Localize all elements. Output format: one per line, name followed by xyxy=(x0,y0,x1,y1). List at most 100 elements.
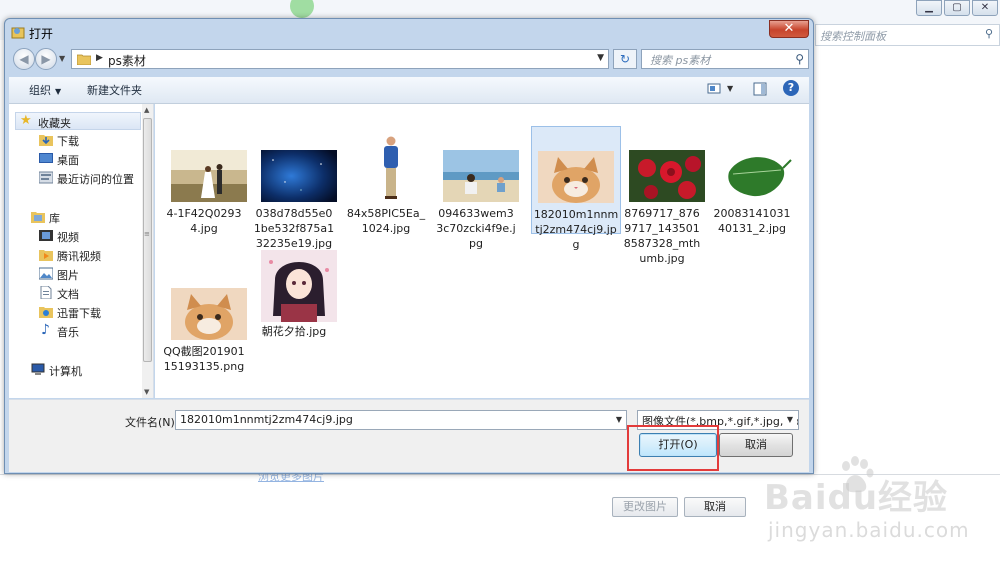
file-name: 20083141031 40131_2.jpg xyxy=(713,207,791,235)
file-name: QQ截图20190115193135.png xyxy=(163,345,245,373)
minimize-icon[interactable]: ▁ xyxy=(916,0,942,16)
navigation-bar: ◀ ▶ ▼ ▶ ps素材 ▼ ↻ 搜索 ps素材 ⚲ xyxy=(9,47,809,73)
wedding-photo-thumbnail xyxy=(171,150,247,202)
close-button[interactable]: ✕ xyxy=(769,20,809,38)
dialog-title: 打开 xyxy=(29,27,54,41)
nav-item-downloads[interactable]: 下载 xyxy=(9,131,141,149)
control-panel-search-placeholder: 搜索控制面板 xyxy=(820,30,886,43)
file-name: 84x58PIC5Ea_1024.jpg xyxy=(346,207,426,235)
dialog-titlebar[interactable]: 打开 ✕ xyxy=(5,19,813,45)
nav-item-label: 文档 xyxy=(57,288,79,301)
beach-photo-thumbnail xyxy=(443,150,519,202)
file-item[interactable]: 朝花夕拾.jpg xyxy=(253,244,337,376)
nav-item-label: 腾讯视频 xyxy=(57,250,101,263)
nav-item-label: 图片 xyxy=(57,269,79,282)
control-panel-search[interactable]: 搜索控制面板 ⚲ xyxy=(815,24,1000,46)
help-icon[interactable]: ? xyxy=(783,80,799,96)
breadcrumb-separator-icon[interactable]: ▶ xyxy=(96,53,103,63)
green-leaf-thumbnail xyxy=(719,150,795,202)
music-icon: ♪ xyxy=(41,322,50,338)
file-name: 8769717_8769717_1435018587328_mthumb.jpg xyxy=(623,207,701,265)
nav-item-label: 迅雷下载 xyxy=(57,307,101,320)
navigation-pane: ★ 收藏夹 下载 桌面 最近访问的位置 库 视频 腾讯视频 图片 文档 迅雷下载… xyxy=(9,104,154,398)
file-item-selected[interactable]: 182010m1nnmtj2zm474cj9.jpg xyxy=(531,126,621,251)
file-item[interactable]: 20083141031 40131_2.jpg xyxy=(711,126,795,258)
change-view-icon[interactable] xyxy=(707,81,721,97)
nav-item-videos[interactable]: 视频 xyxy=(9,227,141,245)
back-button[interactable]: ◀ xyxy=(13,48,35,70)
nav-item-label: 下载 xyxy=(57,135,79,148)
nav-item-label: 计算机 xyxy=(49,365,82,378)
nav-item-computer[interactable]: 计算机 xyxy=(9,361,141,379)
forward-button[interactable]: ▶ xyxy=(35,48,57,70)
scrollbar-grip-icon: ≡ xyxy=(144,230,150,238)
file-item[interactable]: 038d78d55e01be532f875a132235e19.jpg xyxy=(253,126,337,258)
nav-item-documents[interactable]: 文档 xyxy=(9,284,141,302)
file-item[interactable]: 094633wem33c70zcki4f9e.jpg xyxy=(435,126,519,258)
nav-item-recent-places[interactable]: 最近访问的位置 xyxy=(9,169,141,187)
nav-item-desktop[interactable]: 桌面 xyxy=(9,150,141,168)
folder-icon xyxy=(77,54,91,65)
close-icon[interactable]: ✕ xyxy=(972,0,998,16)
xunlei-folder-icon xyxy=(39,307,53,318)
watermark-brand: Baidu经验 xyxy=(764,478,949,518)
cancel-button[interactable]: 取消 xyxy=(719,433,793,457)
document-icon xyxy=(40,286,52,299)
nav-item-label: 音乐 xyxy=(57,326,79,339)
nav-item-libraries[interactable]: 库 xyxy=(9,208,141,226)
organize-label: 组织 xyxy=(29,84,51,97)
anime-girl-thumbnail xyxy=(261,250,337,322)
filename-input[interactable]: 182010m1nnmtj2zm474cj9.jpg ▼ xyxy=(175,410,627,430)
change-picture-button[interactable]: 更改图片 xyxy=(612,497,678,517)
picture-icon xyxy=(39,267,53,280)
background-cancel-button[interactable]: 取消 xyxy=(684,497,746,517)
scroll-up-icon[interactable]: ▲ xyxy=(144,106,149,114)
view-options-dropdown-icon[interactable]: ▼ xyxy=(727,84,733,93)
nav-item-tencent-video[interactable]: 腾讯视频 xyxy=(9,246,141,264)
space-background-thumbnail xyxy=(261,150,337,202)
address-dropdown-icon[interactable]: ▼ xyxy=(597,53,604,63)
desktop-icon xyxy=(39,153,53,163)
nav-item-pictures[interactable]: 图片 xyxy=(9,265,141,283)
app-icon xyxy=(11,27,25,39)
search-icon[interactable]: ⚲ xyxy=(795,52,804,66)
maximize-icon[interactable]: ▢ xyxy=(944,0,970,16)
annotation-highlight-box xyxy=(627,425,719,471)
businessman-photo-thumbnail xyxy=(353,132,429,204)
nav-item-label: 桌面 xyxy=(57,154,79,167)
file-list: 4-1F42Q02934.jpg 038d78d55e01be532f875a1… xyxy=(155,104,809,398)
file-name: 朝花夕拾.jpg xyxy=(261,325,327,338)
nav-item-label: 最近访问的位置 xyxy=(57,173,134,186)
search-icon[interactable]: ⚲ xyxy=(981,27,997,43)
folder-search-input[interactable]: 搜索 ps素材 ⚲ xyxy=(641,49,809,69)
file-item[interactable]: 8769717_8769717_1435018587328_mthumb.jpg xyxy=(621,126,705,265)
history-dropdown-icon[interactable]: ▼ xyxy=(59,54,65,63)
nav-item-favorites[interactable]: ★ 收藏夹 xyxy=(15,112,141,130)
nav-item-xunlei-downloads[interactable]: 迅雷下载 xyxy=(9,303,141,321)
file-item[interactable]: QQ截图20190115193135.png xyxy=(163,264,247,396)
filename-value: 182010m1nnmtj2zm474cj9.jpg xyxy=(180,413,353,426)
file-name: 182010m1nnmtj2zm474cj9.jpg xyxy=(533,208,619,251)
preview-pane-icon[interactable] xyxy=(753,81,767,97)
organize-menu[interactable]: 组织 ▼ xyxy=(29,82,61,98)
new-folder-button[interactable]: 新建文件夹 xyxy=(87,82,142,98)
filename-dropdown-icon[interactable]: ▼ xyxy=(616,415,622,424)
file-item[interactable]: 4-1F42Q02934.jpg xyxy=(163,126,247,258)
address-bar[interactable]: ▶ ps素材 ▼ xyxy=(71,49,609,69)
navigation-scrollbar[interactable]: ▲ ≡ ▼ xyxy=(142,104,153,398)
watermark-url: jingyan.baidu.com xyxy=(768,518,970,542)
nav-item-label: 收藏夹 xyxy=(38,117,71,130)
nav-item-label: 视频 xyxy=(57,231,79,244)
filename-label: 文件名(N): xyxy=(125,416,179,429)
tencent-video-icon xyxy=(39,250,53,261)
kitten-photo-thumbnail xyxy=(538,151,614,203)
file-name: 4-1F42Q02934.jpg xyxy=(166,207,242,235)
file-item[interactable]: 84x58PIC5Ea_1024.jpg xyxy=(345,126,429,258)
folder-search-placeholder: 搜索 ps素材 xyxy=(650,54,711,67)
refresh-button[interactable]: ↻ xyxy=(613,49,637,69)
scroll-down-icon[interactable]: ▼ xyxy=(144,388,149,396)
breadcrumb-current-folder[interactable]: ps素材 xyxy=(108,52,146,69)
scrollbar-thumb[interactable] xyxy=(143,118,152,362)
video-icon xyxy=(39,230,53,241)
nav-item-music[interactable]: ♪ 音乐 xyxy=(9,322,141,340)
